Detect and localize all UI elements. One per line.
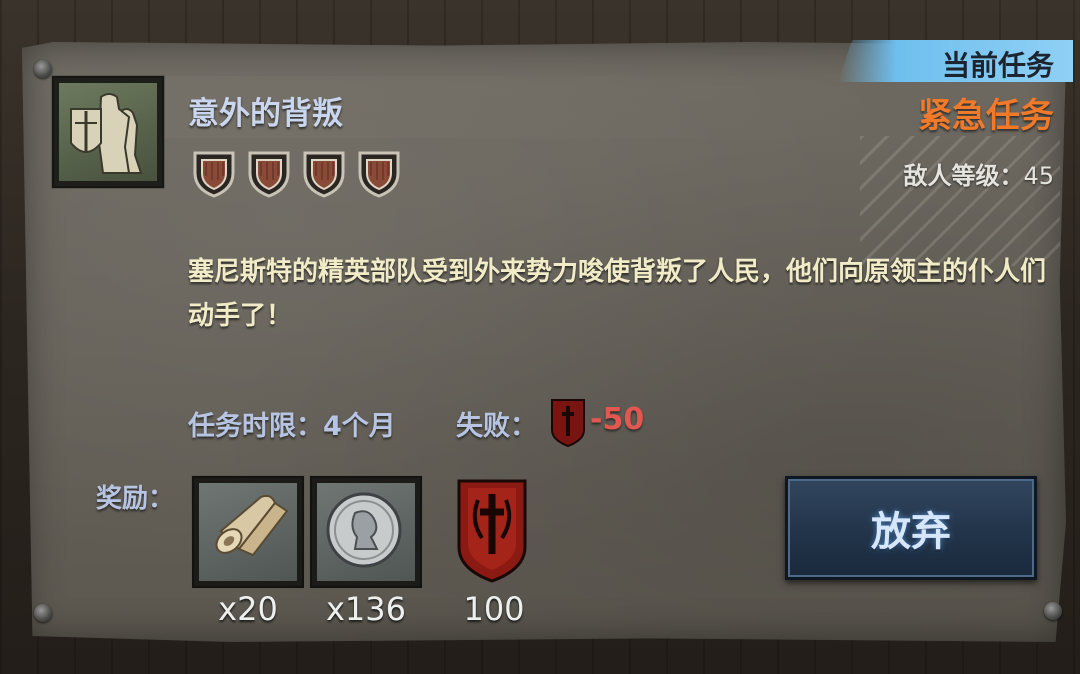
enemy-level-label: 敌人等级： <box>903 162 1024 190</box>
faction-banner-icon[interactable] <box>456 478 528 584</box>
difficulty-shield-icon <box>358 151 400 198</box>
fail-label: 失败： <box>456 411 537 442</box>
difficulty-shield-icon <box>248 151 290 198</box>
fail-penalty-value: -50 <box>590 402 645 437</box>
quest-description: 塞尼斯特的精英部队受到外来势力唆使背叛了人民，他们向原领主的仆人们动手了！ <box>188 257 1047 331</box>
time-limit-label: 任务时限： <box>188 411 323 442</box>
enemy-level: 敌人等级：45 <box>903 156 1054 191</box>
reward-slot[interactable] <box>192 476 304 588</box>
rivet-icon <box>34 604 52 622</box>
difficulty-shield-icon <box>193 151 235 198</box>
reward-slot[interactable] <box>310 476 422 588</box>
knights-icon <box>70 93 143 174</box>
faction-banner-icon <box>551 399 585 448</box>
reward-count: x20 <box>218 590 278 628</box>
time-limit: 任务时限：4个月 <box>188 404 396 443</box>
silver-coin-icon <box>326 492 402 568</box>
abandon-button[interactable]: 放弃 <box>785 476 1037 580</box>
quest-title: 意外的背叛 <box>188 96 343 132</box>
difficulty-shields <box>192 150 401 198</box>
rivet-icon <box>1044 602 1062 620</box>
urgent-quest-label: 紧急任务 <box>918 96 1054 136</box>
reward-count: x136 <box>325 590 406 628</box>
reward-count: 100 <box>463 590 525 628</box>
rivet-icon <box>34 60 52 78</box>
scroll-icon <box>215 494 289 557</box>
time-limit-value: 4个月 <box>323 411 396 442</box>
abandon-button-label: 放弃 <box>871 509 951 555</box>
rewards-label: 奖励： <box>96 484 175 514</box>
quest-portrait <box>52 76 164 188</box>
difficulty-shield-icon <box>303 151 345 198</box>
enemy-level-value: 45 <box>1023 162 1054 190</box>
current-quest-label: 当前任务 <box>941 49 1054 82</box>
